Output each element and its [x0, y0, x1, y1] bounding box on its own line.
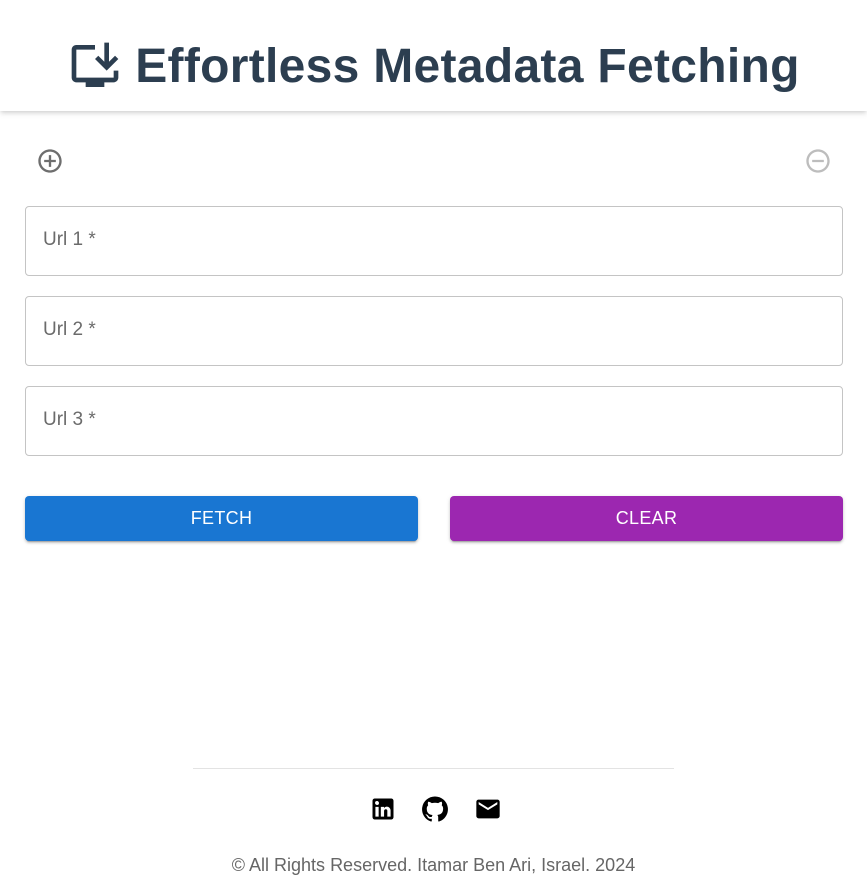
github-link[interactable]: [421, 795, 449, 823]
linkedin-icon: [369, 795, 397, 823]
page-title: Effortless Metadata Fetching: [135, 39, 800, 93]
download-to-desktop-icon: [67, 38, 123, 94]
copyright-text: © All Rights Reserved. Itamar Ben Ari, I…: [231, 855, 636, 875]
fetch-button[interactable]: FETCH: [25, 496, 418, 541]
remove-circle-outline-icon: [804, 147, 832, 175]
url-input-2[interactable]: [26, 297, 842, 365]
linkedin-link[interactable]: [369, 795, 397, 823]
add-circle-outline-icon: [36, 147, 64, 175]
add-url-button[interactable]: [30, 141, 70, 181]
url-input-3[interactable]: [26, 387, 842, 455]
url-field-1[interactable]: Url 1 *: [25, 206, 843, 276]
email-icon: [474, 795, 502, 823]
header-title-group: Effortless Metadata Fetching: [0, 35, 867, 97]
app-header: Effortless Metadata Fetching: [0, 0, 867, 111]
email-link[interactable]: [474, 795, 502, 823]
url-input-1[interactable]: [26, 207, 842, 275]
footer-divider: [193, 768, 674, 769]
page: Effortless Metadata Fetching Url 1 * Url…: [0, 0, 867, 882]
url-field-3[interactable]: Url 3 *: [25, 386, 843, 456]
url-field-2[interactable]: Url 2 *: [25, 296, 843, 366]
clear-button[interactable]: CLEAR: [450, 496, 843, 541]
github-icon: [421, 795, 449, 823]
remove-url-button[interactable]: [798, 141, 838, 181]
